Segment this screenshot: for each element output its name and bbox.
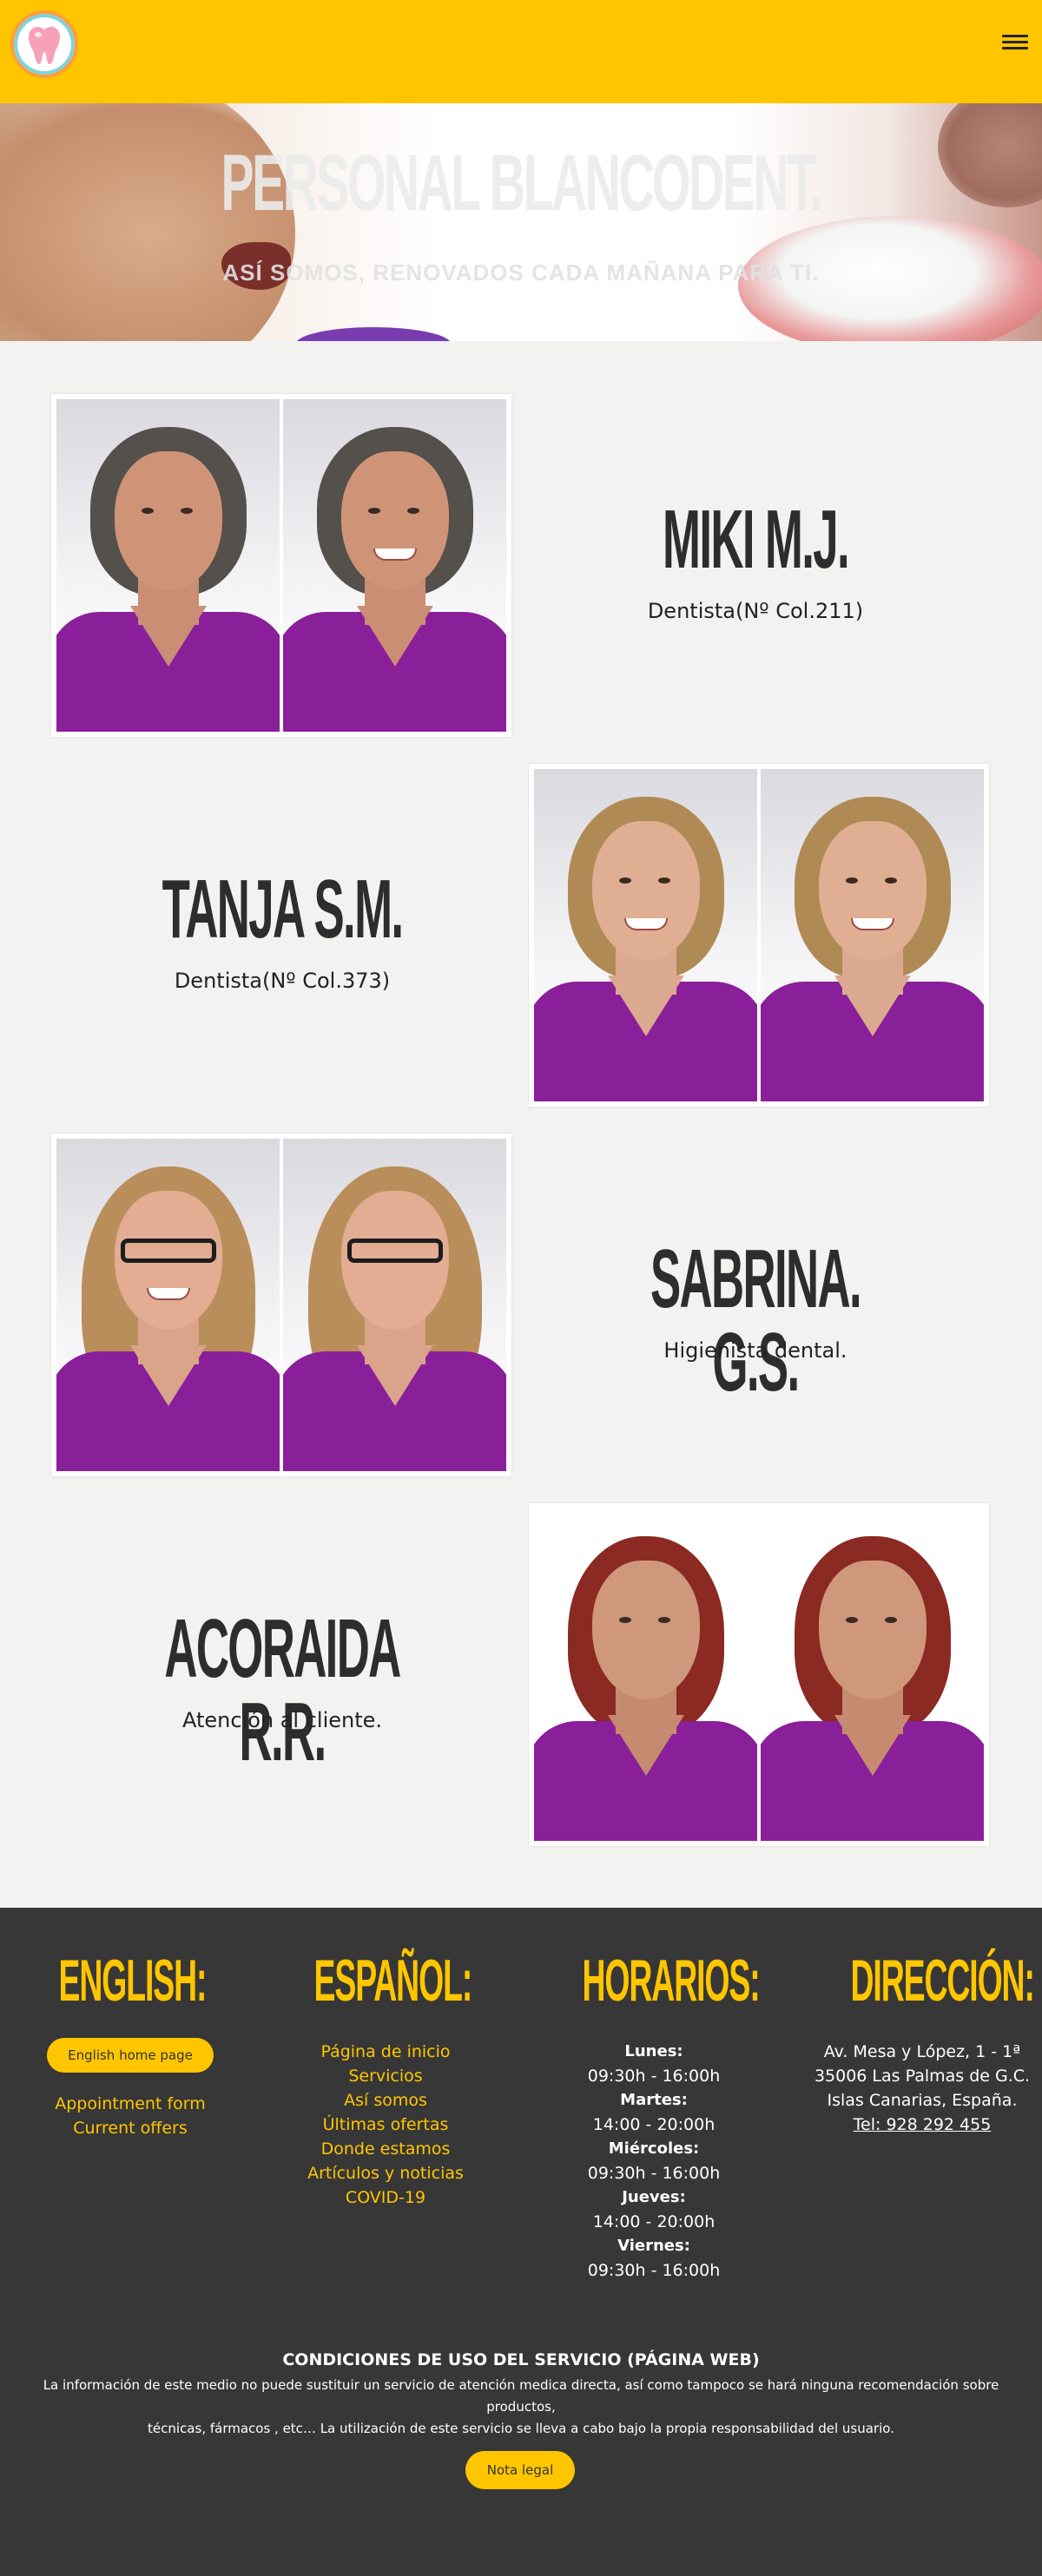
footer-english-title: ENGLISH: xyxy=(58,1948,208,2014)
site-footer: ENGLISH: English home page Appointment f… xyxy=(0,1908,1042,2576)
about-us-link[interactable]: Así somos xyxy=(255,2088,516,2113)
hours-time: 14:00 - 20:00h xyxy=(592,2115,716,2134)
phone-link[interactable]: Tel: 928 292 455 xyxy=(854,2115,992,2134)
hours-day: Lunes: xyxy=(624,2042,683,2060)
location-link[interactable]: Donde estamos xyxy=(255,2137,516,2161)
services-link[interactable]: Servicios xyxy=(255,2064,516,2088)
staff-name: ACORAIDA R.R. xyxy=(164,1602,401,1778)
staff-photo xyxy=(761,769,984,1101)
staff-role: Higienista dental. xyxy=(663,1338,847,1363)
footer-address-title: DIRECCIÓN: xyxy=(850,1948,1035,2014)
articles-news-link[interactable]: Artículos y noticias xyxy=(255,2161,516,2185)
hours-day: Miércoles: xyxy=(608,2139,700,2158)
staff-photo xyxy=(534,1508,757,1841)
staff-role: Dentista(Nº Col.211) xyxy=(647,599,864,623)
hero-banner: PERSONAL BLANCODENT. ASÍ SOMOS, RENOVADO… xyxy=(0,103,1042,341)
staff-role: Atención al cliente. xyxy=(181,1708,383,1732)
footer-english-column: ENGLISH: English home page Appointment f… xyxy=(0,1951,260,2140)
footer-address-column: DIRECCIÓN: Av. Mesa y López, 1 - 1ª 3500… xyxy=(792,1951,1042,2137)
address-line: Islas Canarias, España. xyxy=(827,2091,1018,2110)
staff-photo xyxy=(56,399,280,732)
address-line: Av. Mesa y López, 1 - 1ª xyxy=(823,2042,1021,2061)
hours-time: 09:30h - 16:00h xyxy=(587,2261,721,2280)
staff-name: TANJA S.M. xyxy=(162,863,404,956)
page-title: PERSONAL BLANCODENT. xyxy=(221,139,823,227)
hamburger-menu-icon[interactable] xyxy=(1002,31,1028,54)
staff-info: SABRINA. G.S. Higienista dental. xyxy=(512,1134,999,1476)
terms-title: CONDICIONES DE USO DEL SERVICIO (PÁGINA … xyxy=(282,2350,760,2369)
covid-link[interactable]: COVID-19 xyxy=(255,2185,516,2210)
staff-member: TANJA S.M. Dentista(Nº Col.373) xyxy=(0,764,1042,1133)
appointment-form-link[interactable]: Appointment form xyxy=(0,2092,260,2116)
hours-day: Jueves: xyxy=(622,2188,686,2206)
latest-offers-link[interactable]: Últimas ofertas xyxy=(255,2113,516,2137)
terms-of-use: CONDICIONES DE USO DEL SERVICIO (PÁGINA … xyxy=(0,2350,1042,2440)
address-line: 35006 Las Palmas de G.C. xyxy=(814,2067,1031,2086)
staff-info: TANJA S.M. Dentista(Nº Col.373) xyxy=(39,764,525,1107)
staff-photo xyxy=(283,1139,506,1471)
staff-photo-pair xyxy=(51,394,511,737)
footer-hours-title: HORARIOS: xyxy=(582,1948,761,2014)
hours-time: 09:30h - 16:00h xyxy=(587,2164,721,2183)
legal-notice-button[interactable]: Nota legal xyxy=(465,2451,575,2489)
staff-member: ACORAIDA R.R. Atención al cliente. xyxy=(0,1503,1042,1872)
terms-text-line: técnicas, fármacos , etc… La utilización… xyxy=(148,2421,894,2436)
staff-member: MIKI M.J. Dentista(Nº Col.211) xyxy=(0,394,1042,763)
staff-info: ACORAIDA R.R. Atención al cliente. xyxy=(39,1503,525,1846)
staff-photo-pair xyxy=(51,1134,511,1476)
staff-name: MIKI M.J. xyxy=(663,493,850,586)
staff-photo xyxy=(56,1139,280,1471)
staff-photo xyxy=(283,399,506,732)
hero-hand-shape xyxy=(938,103,1042,207)
opening-hours-list: Lunes: 09:30h - 16:00h Martes: 14:00 - 2… xyxy=(524,2040,784,2283)
current-offers-link[interactable]: Current offers xyxy=(0,2116,260,2140)
tooth-logo-icon[interactable] xyxy=(10,10,78,78)
hours-day: Martes: xyxy=(620,2091,688,2109)
hours-day: Viernes: xyxy=(617,2237,690,2255)
footer-hours-column: HORARIOS: Lunes: 09:30h - 16:00h Martes:… xyxy=(524,1951,784,2283)
hero-purple-shape xyxy=(295,327,452,341)
home-page-link[interactable]: Página de inicio xyxy=(255,2040,516,2064)
staff-member: SABRINA. G.S. Higienista dental. xyxy=(0,1134,1042,1502)
page-subtitle: ASÍ SOMOS, RENOVADOS CADA MAÑANA PARA TI… xyxy=(222,260,820,286)
hours-time: 09:30h - 16:00h xyxy=(587,2067,721,2086)
footer-espanol-column: ESPAÑOL: Página de inicio Servicios Así … xyxy=(255,1951,516,2210)
staff-info: MIKI M.J. Dentista(Nº Col.211) xyxy=(512,394,999,737)
staff-name: SABRINA. G.S. xyxy=(650,1232,862,1409)
staff-photo-pair xyxy=(529,764,989,1107)
staff-photo-pair xyxy=(529,1503,989,1846)
footer-espanol-title: ESPAÑOL: xyxy=(313,1948,473,2014)
english-home-button[interactable]: English home page xyxy=(47,2038,214,2073)
staff-role: Dentista(Nº Col.373) xyxy=(174,969,391,993)
hours-time: 14:00 - 20:00h xyxy=(592,2212,716,2231)
terms-text-line: La información de este medio no puede su… xyxy=(43,2377,999,2415)
staff-photo xyxy=(534,769,757,1101)
site-header xyxy=(0,0,1042,103)
staff-photo xyxy=(761,1508,984,1841)
